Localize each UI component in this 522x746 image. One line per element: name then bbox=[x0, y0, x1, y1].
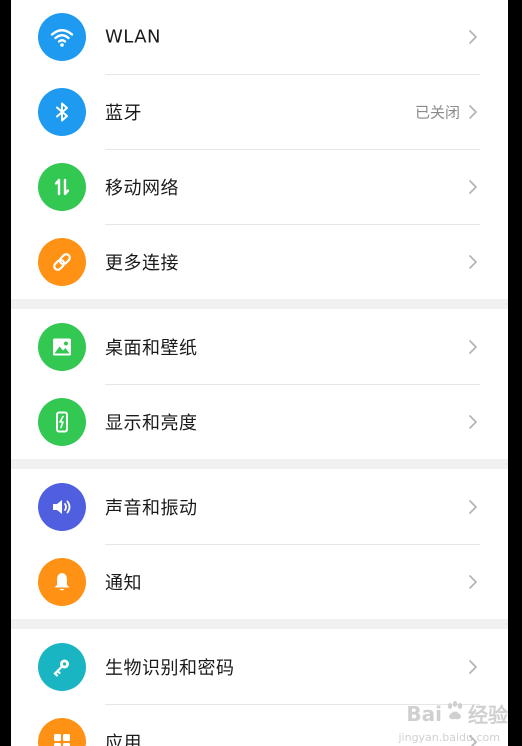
settings-item-label: 更多连接 bbox=[105, 252, 179, 274]
watermark-text-right: 经验 bbox=[468, 703, 508, 727]
settings-item-wlan[interactable]: WLAN bbox=[11, 0, 508, 74]
image-icon bbox=[38, 322, 86, 371]
settings-item-label: 蓝牙 bbox=[105, 102, 142, 124]
chevron-right-icon bbox=[466, 103, 480, 121]
settings-item-label: 移动网络 bbox=[105, 177, 179, 199]
link-icon bbox=[38, 237, 86, 286]
chevron-right-icon bbox=[466, 28, 480, 46]
settings-item-label: 声音和振动 bbox=[105, 497, 198, 519]
settings-item-label: 通知 bbox=[105, 572, 142, 594]
settings-item-display-brightness[interactable]: 显示和亮度 bbox=[11, 384, 508, 459]
settings-item-label: 显示和亮度 bbox=[105, 412, 198, 434]
settings-item-sound-vibration[interactable]: 声音和振动 bbox=[11, 469, 508, 544]
chevron-right-icon bbox=[466, 658, 480, 676]
settings-group-display: 桌面和壁纸 显示和亮度 bbox=[11, 309, 508, 459]
settings-item-label: 桌面和壁纸 bbox=[105, 337, 198, 359]
watermark-url: jingyan.baidu.com bbox=[398, 731, 500, 744]
settings-item-mobile-network[interactable]: 移动网络 bbox=[11, 149, 508, 224]
paw-logo-icon bbox=[444, 700, 466, 727]
settings-item-wallpaper[interactable]: 桌面和壁纸 bbox=[11, 309, 508, 384]
chevron-right-icon bbox=[466, 253, 480, 271]
chevron-right-icon bbox=[466, 498, 480, 516]
settings-item-label: 应用 bbox=[105, 732, 142, 746]
settings-group-security: 生物识别和密码 应用 bbox=[11, 629, 508, 746]
wifi-icon bbox=[38, 13, 86, 61]
settings-group-sound: 声音和振动 通知 bbox=[11, 469, 508, 619]
chevron-right-icon bbox=[466, 178, 480, 196]
chevron-right-icon bbox=[466, 413, 480, 431]
watermark-text-left: Bai bbox=[406, 701, 442, 726]
bluetooth-icon bbox=[38, 87, 86, 136]
settings-item-label: 生物识别和密码 bbox=[105, 657, 235, 679]
settings-item-notifications[interactable]: 通知 bbox=[11, 544, 508, 619]
settings-item-label: WLAN bbox=[105, 26, 162, 48]
chevron-right-icon bbox=[466, 338, 480, 356]
baidu-watermark: Bai 经验 bbox=[406, 699, 508, 728]
settings-group-connectivity: WLAN 蓝牙 已关闭 移动网络 更多连接 bbox=[11, 0, 508, 299]
key-icon bbox=[38, 642, 86, 691]
chevron-right-icon bbox=[466, 573, 480, 591]
settings-screen: WLAN 蓝牙 已关闭 移动网络 更多连接 桌面和壁纸 显示和亮度 声音和振动 … bbox=[11, 0, 508, 746]
settings-item-biometrics-password[interactable]: 生物识别和密码 bbox=[11, 629, 508, 704]
settings-item-bluetooth[interactable]: 蓝牙 已关闭 bbox=[11, 74, 508, 149]
speaker-icon bbox=[38, 482, 86, 531]
bell-icon bbox=[38, 557, 86, 606]
phone-brightness-icon bbox=[38, 397, 86, 446]
mobile-data-icon bbox=[38, 162, 86, 211]
settings-item-more-connections[interactable]: 更多连接 bbox=[11, 224, 508, 299]
bluetooth-status-value: 已关闭 bbox=[414, 103, 460, 121]
apps-grid-icon bbox=[38, 717, 86, 746]
